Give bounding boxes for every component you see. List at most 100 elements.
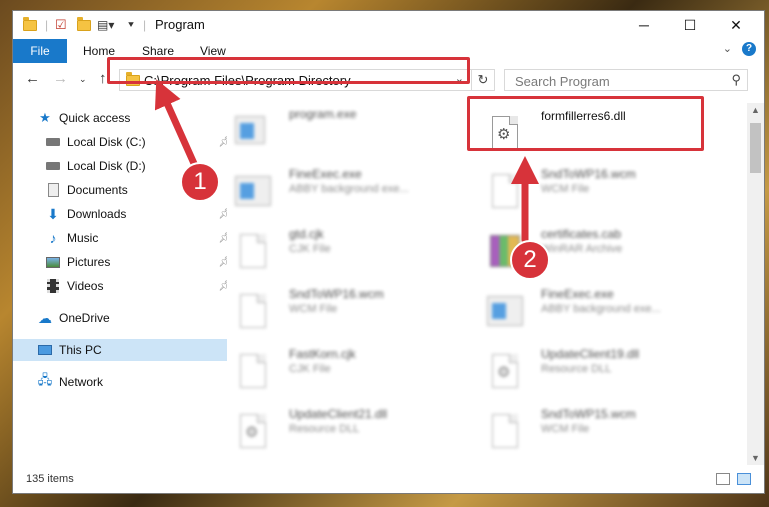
list-item[interactable]: FineExec.exe ABBY background exe... — [479, 283, 719, 339]
file-icon — [235, 231, 271, 271]
file-name: FastKorn.cjk — [289, 347, 356, 361]
scroll-thumb[interactable] — [750, 123, 761, 173]
new-folder-icon[interactable] — [77, 16, 91, 34]
dll-icon: ⚙ — [487, 351, 523, 391]
details-view-icon[interactable] — [716, 473, 730, 485]
sidebar-item-local-disk-c[interactable]: Local Disk (C:) 📌︎ — [13, 131, 239, 153]
file-description: Resource DLL — [541, 363, 612, 375]
file-name: certificates.cab — [541, 227, 622, 241]
expand-ribbon-icon[interactable]: ⌄ — [723, 42, 732, 55]
sidebar-item-label: This PC — [59, 343, 102, 357]
file-description: WCM File — [541, 183, 590, 195]
status-bar: 135 items — [13, 465, 764, 493]
list-item[interactable]: FastKorn.cjk CJK File — [227, 343, 467, 399]
file-name: SndToWP15.wcm — [541, 407, 636, 421]
file-description: ABBY background exe... — [541, 303, 661, 315]
qa-dropdown-icon[interactable]: ⯆ — [127, 16, 135, 34]
search-input[interactable] — [513, 72, 717, 90]
file-list: program.exe ⚙ formfillerres6.dll FineExe… — [227, 103, 742, 465]
navigation-pane: ★ Quick access Local Disk (C:) 📌︎ Local … — [13, 103, 231, 463]
sidebar-item-label: Local Disk (C:) — [67, 135, 146, 149]
tab-view[interactable]: View — [200, 44, 226, 58]
sidebar-item-music[interactable]: ♪ Music 📌︎ — [13, 227, 239, 249]
file-description: WCM File — [289, 303, 338, 315]
file-name: FineExec.exe — [289, 167, 362, 181]
dll-icon: ⚙ — [235, 411, 271, 451]
file-name: FineExec.exe — [541, 287, 614, 301]
file-description: WCM File — [541, 423, 590, 435]
file-name: program.exe — [289, 107, 357, 121]
large-icons-view-icon[interactable] — [737, 473, 751, 485]
properties-icon[interactable]: ☑ — [55, 16, 67, 34]
minimize-button[interactable]: ─ — [621, 11, 667, 39]
list-item[interactable]: ⚙ UpdateClient19.dll Resource DLL — [479, 343, 719, 399]
callout-badge-1: 1 — [180, 162, 220, 202]
customize-icon[interactable]: ▤▾ — [97, 16, 114, 34]
up-icon[interactable]: ↑ — [99, 70, 107, 87]
cloud-icon: ☁ — [38, 309, 52, 326]
refresh-icon[interactable]: ↻ — [471, 70, 494, 90]
sidebar-item-network[interactable]: 🖧︎ Network — [13, 371, 231, 393]
back-icon[interactable]: ← — [25, 70, 40, 87]
computer-icon — [37, 343, 53, 357]
search-icon: ⚲ — [731, 72, 741, 87]
sidebar-item-onedrive[interactable]: ☁ OneDrive — [13, 307, 231, 329]
list-item[interactable]: program.exe — [227, 103, 467, 159]
list-item[interactable]: SndToWP16.wcm WCM File — [227, 283, 467, 339]
sidebar-item-this-pc[interactable]: This PC — [13, 339, 231, 361]
separator: | — [45, 18, 49, 32]
callout-badge-2: 2 — [510, 240, 550, 280]
list-item[interactable]: FineExec.exe ABBY background exe... — [227, 163, 467, 219]
sidebar-item-label: Quick access — [59, 111, 131, 125]
sidebar-item-downloads[interactable]: ⬇ Downloads 📌︎ — [13, 203, 239, 225]
sidebar-item-pictures[interactable]: Pictures 📌︎ — [13, 251, 239, 273]
file-name: SndToWP16.wcm — [289, 287, 384, 301]
file-name: UpdateClient21.dll — [289, 407, 388, 421]
file-name: gtd.cjk — [289, 227, 324, 241]
folder-icon — [23, 16, 37, 34]
sidebar-item-label: Pictures — [67, 255, 111, 269]
gear-icon: ⚙ — [497, 364, 511, 381]
sidebar-item-label: Music — [67, 231, 99, 245]
drive-icon — [45, 135, 61, 149]
sidebar-item-label: Downloads — [67, 207, 127, 221]
file-highlight-box — [467, 96, 704, 151]
videos-icon — [45, 279, 61, 293]
address-highlight-box — [107, 57, 470, 84]
list-item[interactable]: SndToWP15.wcm WCM File — [479, 403, 719, 459]
exe-icon — [235, 111, 271, 151]
separator: | — [143, 18, 147, 32]
tab-home[interactable]: Home — [83, 44, 115, 58]
file-description: CJK File — [289, 243, 331, 255]
sidebar-item-quick-access[interactable]: ★ Quick access — [13, 107, 231, 129]
list-item[interactable]: SndToWP16.wcm WCM File — [479, 163, 719, 219]
close-button[interactable]: ✕ — [713, 11, 759, 39]
maximize-button[interactable]: ☐ — [667, 11, 713, 39]
file-description: Resource DLL — [289, 423, 360, 435]
exe-icon — [235, 171, 271, 211]
list-item[interactable]: ⚙ UpdateClient21.dll Resource DLL — [227, 403, 467, 459]
recent-dropdown-icon[interactable]: ⌄ — [79, 74, 87, 85]
file-description: WinRAR Archive — [541, 243, 623, 255]
tab-file[interactable]: File — [13, 39, 67, 63]
search-box[interactable]: ⚲ — [504, 69, 748, 91]
network-icon: 🖧︎ — [37, 372, 53, 387]
scroll-up-icon[interactable]: ▲ — [747, 105, 764, 115]
file-name: SndToWP16.wcm — [541, 167, 636, 181]
window-title: Program — [155, 17, 205, 32]
star-icon: ★ — [39, 110, 51, 125]
list-item[interactable]: gtd.cjk CJK File — [227, 223, 467, 279]
file-icon — [235, 351, 271, 391]
vertical-scrollbar[interactable]: ▲ ▼ — [747, 103, 764, 465]
pictures-icon — [45, 255, 61, 269]
title-bar: | ☑ ▤▾ ⯆ | Program ─ ☐ ✕ — [13, 11, 764, 39]
scroll-down-icon[interactable]: ▼ — [747, 453, 764, 463]
forward-icon[interactable]: → — [53, 70, 68, 87]
sidebar-item-videos[interactable]: Videos 📌︎ — [13, 275, 239, 297]
download-icon: ⬇ — [47, 205, 59, 222]
file-name: UpdateClient19.dll — [541, 347, 640, 361]
help-icon[interactable]: ? — [742, 42, 756, 56]
sidebar-item-label: Documents — [67, 183, 128, 197]
tab-share[interactable]: Share — [142, 44, 174, 58]
drive-icon — [45, 159, 61, 173]
